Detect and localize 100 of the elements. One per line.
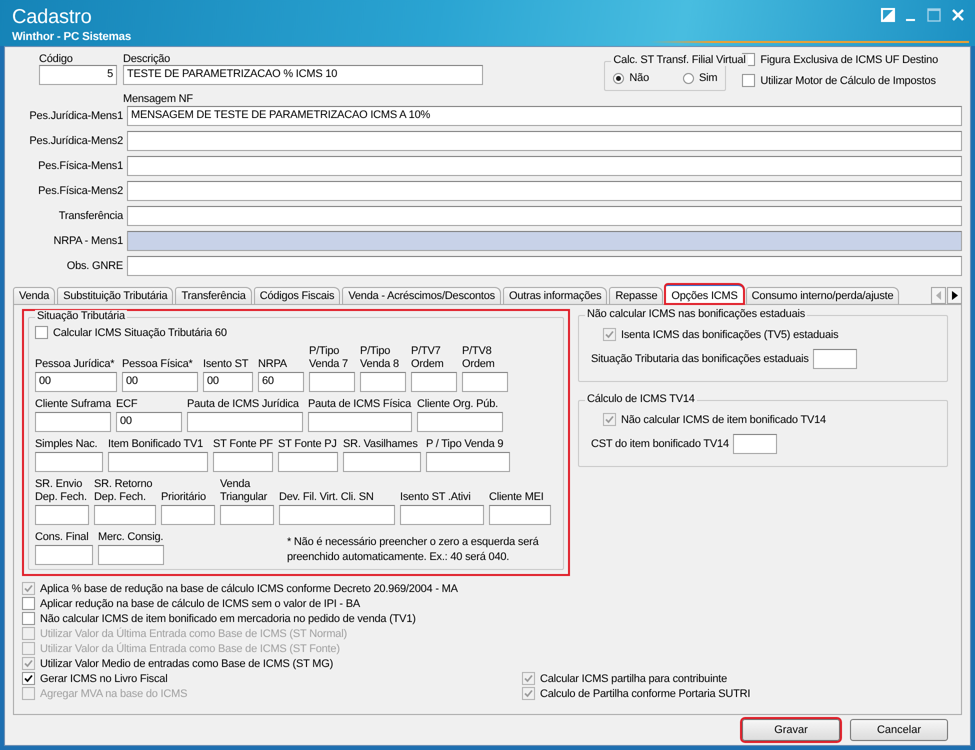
tab[interactable]: Outras informações — [502, 287, 608, 304]
tab[interactable]: Códigos Fiscais — [254, 287, 340, 304]
input-field[interactable]: MENSAGEM DE TESTE DE PARAMETRIZACAO ICMS A 10% — [127, 106, 962, 126]
field-label: CST do item bonificado TV14 — [591, 438, 729, 450]
field-label: SR. Retorno Dep. Fech. — [94, 478, 154, 504]
field-label: Prioritário — [161, 491, 207, 504]
radio-button[interactable] — [683, 72, 694, 84]
field-label: Cliente MEI — [489, 491, 545, 504]
input-field[interactable]: 00 — [203, 372, 253, 392]
input-field[interactable] — [161, 505, 215, 525]
input-field[interactable] — [127, 256, 962, 276]
input-field[interactable]: 00 — [116, 412, 182, 432]
field-label: ST Fonte PF — [213, 438, 273, 451]
checkbox[interactable] — [22, 597, 35, 610]
input-field[interactable] — [400, 505, 484, 525]
input-field[interactable] — [108, 452, 208, 472]
input-field[interactable] — [220, 505, 274, 525]
input-field[interactable] — [35, 505, 89, 525]
close-icon[interactable] — [951, 8, 965, 22]
input-field[interactable] — [187, 412, 303, 432]
input-field[interactable] — [94, 505, 156, 525]
field-label: Pes.Física-Mens1 — [37, 160, 123, 172]
input-field[interactable] — [35, 452, 103, 472]
checkbox[interactable] — [603, 328, 616, 341]
input-field[interactable] — [278, 452, 338, 472]
radio-label: Sim — [699, 72, 718, 84]
checkbox-label: Calcular ICMS partilha para contribuinte — [540, 672, 728, 684]
tab[interactable]: Consumo interno/perda/ajuste — [746, 287, 900, 304]
field-label: NRPA - Mens1 — [52, 235, 123, 247]
checkbox-label: Utilizar Valor da Última Entrada como Base de ICMS (ST Fonte) — [40, 642, 340, 654]
field-label: Pessoa Física* — [122, 358, 194, 371]
input-field[interactable] — [127, 181, 962, 201]
checkbox-label: Não calcular ICMS de item bonificado TV14 — [621, 414, 826, 426]
field-label: Pauta de ICMS Jurídica — [187, 398, 300, 411]
checkbox-label: Gerar ICMS no Livro Fiscal — [40, 672, 168, 684]
field-label: SR. Envio Dep. Fech. — [35, 478, 88, 504]
field-label: Descrição — [123, 53, 172, 65]
tab[interactable]: Repasse — [609, 287, 664, 304]
input-field[interactable]: 60 — [258, 372, 304, 392]
input-field[interactable] — [426, 452, 510, 472]
input-field[interactable]: 5 — [39, 65, 117, 85]
tab[interactable]: Venda — [13, 287, 56, 304]
input-field[interactable] — [360, 372, 406, 392]
input-field[interactable] — [462, 372, 508, 392]
input-field[interactable] — [309, 372, 355, 392]
field-label: Código — [39, 53, 74, 65]
checkbox[interactable] — [22, 672, 35, 685]
input-field[interactable] — [98, 545, 164, 565]
checkbox-label: Figura Exclusiva de ICMS UF Destino — [760, 54, 938, 66]
field-label: Cliente Org. Púb. — [417, 398, 499, 411]
field-label: ST Fonte PJ — [278, 438, 338, 451]
input-field[interactable] — [732, 434, 777, 454]
input-field[interactable] — [411, 372, 457, 392]
field-label: Pes.Jurídica-Mens2 — [28, 135, 123, 147]
checkbox[interactable] — [522, 687, 535, 700]
checkbox[interactable] — [603, 413, 616, 426]
action-button[interactable]: Cancelar — [850, 719, 948, 741]
input-field[interactable] — [35, 545, 93, 565]
tab[interactable]: Venda - Acréscimos/Descontos — [342, 287, 501, 304]
restore-icon[interactable] — [881, 8, 895, 22]
field-label: P/Tipo Venda 8 — [360, 345, 400, 371]
input-field[interactable] — [812, 349, 857, 369]
input-field[interactable] — [279, 505, 395, 525]
scroll-right-icon[interactable] — [947, 287, 962, 304]
input-field[interactable]: 00 — [122, 372, 198, 392]
group-title: Situação Tributária — [35, 310, 127, 322]
input-field[interactable] — [127, 206, 962, 226]
field-label: Pauta de ICMS Física — [308, 398, 412, 411]
field-label: P/TV8 Ordem — [462, 345, 496, 371]
checkbox[interactable] — [35, 326, 48, 339]
input-field[interactable] — [127, 156, 962, 176]
action-button[interactable]: Gravar — [742, 719, 840, 741]
input-field[interactable] — [343, 452, 421, 472]
checkbox-label: Utilizar Valor da Última Entrada como Base de ICMS (ST Normal) — [40, 628, 347, 640]
input-field[interactable] — [127, 231, 962, 251]
field-label: Item Bonificado TV1 — [108, 438, 204, 451]
tab[interactable]: Opções ICMS — [665, 284, 744, 304]
field-label: SR. Vasilhames — [343, 438, 419, 451]
checkbox-label: Calcular ICMS Situação Tributária 60 — [53, 326, 227, 338]
input-field[interactable]: 00 — [35, 372, 117, 392]
input-field[interactable] — [489, 505, 551, 525]
checkbox[interactable] — [742, 74, 756, 87]
group-title: Cálculo de ICMS TV14 — [585, 393, 697, 405]
checkbox[interactable] — [522, 672, 535, 685]
tab[interactable]: Transferência — [175, 287, 252, 304]
checkbox-label: Isenta ICMS das bonificações (TV5) estaduais — [621, 328, 838, 340]
input-field[interactable] — [308, 412, 412, 432]
checkbox[interactable] — [22, 657, 35, 670]
input-field[interactable] — [35, 412, 111, 432]
field-label: P/Tipo Venda 7 — [309, 345, 349, 371]
checkbox[interactable] — [22, 612, 35, 625]
input-field[interactable]: TESTE DE PARAMETRIZACAO % ICMS 10 — [123, 65, 483, 85]
input-field[interactable] — [417, 412, 503, 432]
tab[interactable]: Substituição Tributária — [57, 287, 174, 304]
input-field[interactable] — [213, 452, 273, 472]
checkbox[interactable] — [22, 582, 35, 595]
field-label: Dev. Fil. Virt. Cli. SN — [279, 491, 375, 504]
input-field[interactable] — [127, 131, 962, 151]
radio-button[interactable] — [613, 72, 624, 84]
field-label: Obs. GNRE — [66, 260, 123, 272]
